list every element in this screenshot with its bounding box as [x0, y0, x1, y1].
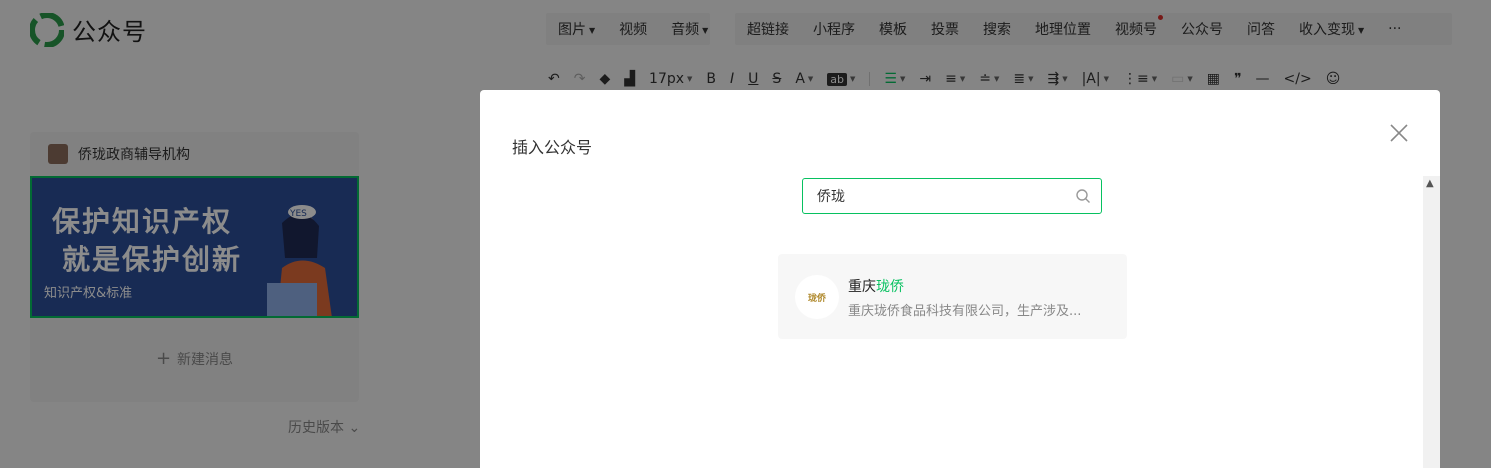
result-name: 重庆珑侨 — [848, 276, 904, 296]
insert-account-dialog: 插入公众号 珑侨 重庆珑侨 重庆珑侨食品科技有限公司，生产涉及... ▲ — [480, 90, 1440, 468]
search-icon[interactable] — [1075, 188, 1091, 204]
result-description: 重庆珑侨食品科技有限公司，生产涉及... — [848, 304, 1082, 319]
dialog-title: 插入公众号 — [512, 138, 593, 157]
result-avatar-text: 珑侨 — [807, 293, 826, 304]
dialog-scrollbar[interactable]: ▲ — [1423, 176, 1440, 468]
result-name-prefix: 重庆 — [848, 279, 876, 295]
account-result-item[interactable]: 珑侨 重庆珑侨 重庆珑侨食品科技有限公司，生产涉及... — [778, 254, 1127, 339]
result-name-highlight: 珑侨 — [876, 279, 904, 295]
account-search-input[interactable] — [817, 179, 1067, 213]
close-icon[interactable] — [1388, 122, 1410, 144]
result-avatar: 珑侨 — [795, 275, 839, 319]
scroll-up-icon[interactable]: ▲ — [1426, 178, 1434, 189]
account-search-box — [802, 178, 1102, 214]
